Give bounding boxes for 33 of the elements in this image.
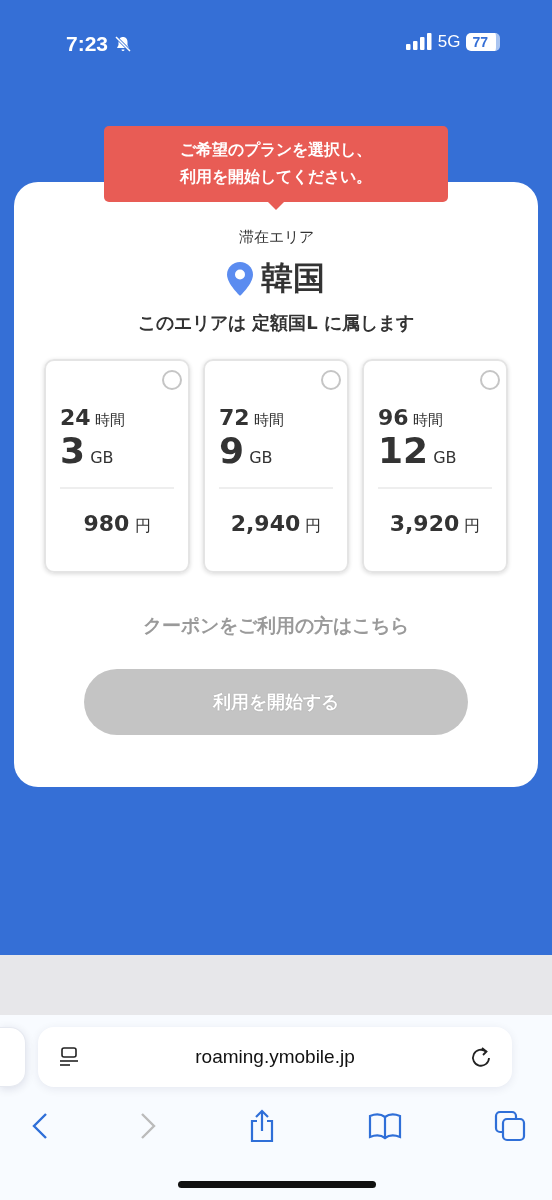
back-icon[interactable] xyxy=(32,1112,48,1140)
tabs-icon[interactable] xyxy=(494,1110,526,1142)
status-time: 7:23 xyxy=(66,32,109,56)
muted-bell-icon xyxy=(114,35,133,53)
plan-price: 980 円 xyxy=(82,511,152,537)
location-pin-icon xyxy=(227,262,253,296)
reload-icon[interactable] xyxy=(470,1046,492,1068)
plan-hours: 72 時間 xyxy=(219,405,286,430)
signal-icon xyxy=(405,33,432,51)
reader-icon[interactable] xyxy=(58,1046,80,1068)
plan-price: 2,940 円 xyxy=(229,511,323,537)
plan-price: 3,920 円 xyxy=(388,511,482,537)
url-text: roaming.ymobile.jp xyxy=(195,1046,355,1068)
plan-data: 3 GB xyxy=(60,430,115,471)
plan-option[interactable]: 24 時間 3 GB 980 円 xyxy=(44,359,190,573)
share-icon[interactable] xyxy=(248,1109,276,1143)
plan-option[interactable]: 96 時間 12 GB 3,920 円 xyxy=(362,359,508,573)
area-note: このエリアは 定額国L に属します xyxy=(138,311,414,335)
book-icon[interactable] xyxy=(368,1112,402,1140)
plan-hours: 24 時間 xyxy=(60,405,127,430)
plan-option[interactable]: 72 時間 9 GB 2,940 円 xyxy=(203,359,349,573)
radio-button[interactable] xyxy=(162,370,182,390)
tooltip-pointer xyxy=(268,202,284,210)
radio-button[interactable] xyxy=(321,370,341,390)
country-name: 韓国 xyxy=(261,258,325,299)
network-label: 5G xyxy=(437,32,461,52)
radio-button[interactable] xyxy=(480,370,500,390)
area-label: 滞在エリア xyxy=(238,228,314,247)
battery-indicator: 77 xyxy=(466,33,500,51)
plan-hours: 96 時間 xyxy=(378,405,445,430)
plan-data: 9 GB xyxy=(219,430,274,471)
address-bar[interactable]: roaming.ymobile.jp xyxy=(38,1027,512,1087)
plan-data: 12 GB xyxy=(378,430,458,471)
